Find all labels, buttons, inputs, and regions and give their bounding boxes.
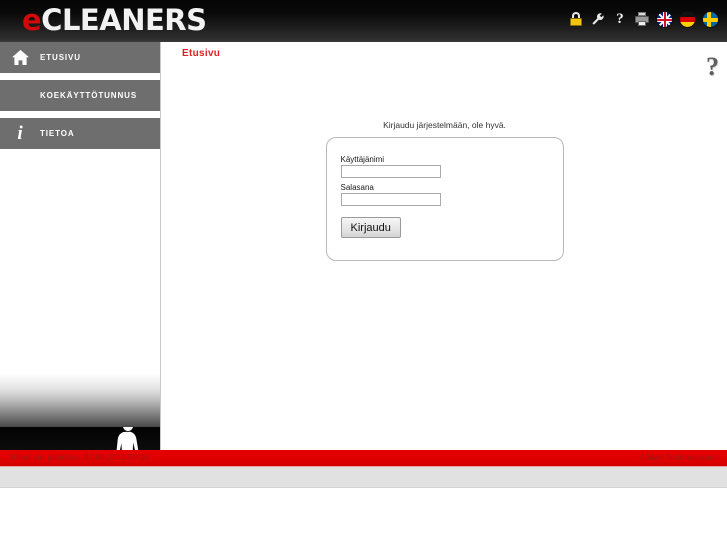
login-instruction: Kirjaudu järjestelmään, ole hyvä.	[383, 120, 506, 130]
sidebar-gradient	[0, 132, 160, 450]
brand-logo-e: e	[22, 3, 41, 37]
breadcrumb[interactable]: Etusivu	[182, 48, 220, 59]
se-cross-horizontal	[703, 18, 719, 22]
cleaner-silhouette-icon	[106, 427, 152, 450]
app-header: eCLEANERS ?	[0, 0, 727, 42]
username-label: Käyttäjänimi	[341, 155, 385, 164]
page-background-strip	[0, 467, 727, 488]
info-icon: i	[0, 124, 40, 143]
flag-de-icon[interactable]	[679, 11, 696, 28]
sidebar: ETUSIVU KOEKÄYTTÖTUNNUS i TIETOA eCLEANE…	[0, 42, 160, 450]
help-question-icon[interactable]: ?	[706, 54, 719, 80]
sidebar-footer-logo-panel: eCLEANERS	[0, 427, 160, 450]
header-icon-bar: ?	[568, 8, 719, 30]
flag-uk-icon[interactable]	[656, 11, 673, 28]
login-submit-button[interactable]: Kirjaudu	[341, 217, 401, 238]
login-form: Käyttäjänimi Salasana Kirjaudu	[326, 137, 564, 261]
sidebar-item-etusivu[interactable]: ETUSIVU	[0, 42, 160, 74]
app-root: eCLEANERS ?	[0, 0, 727, 545]
main-content: Etusivu ? Kirjaudu järjestelmään, ole hy…	[160, 42, 727, 450]
home-icon	[0, 49, 40, 66]
lock-body	[570, 18, 582, 26]
copyright-text: © Max Technologies	[639, 453, 719, 462]
sidebar-item-label-koekayttotunnus: KOEKÄYTTÖTUNNUS	[40, 91, 137, 100]
brand-logo[interactable]: eCLEANERS	[22, 3, 207, 37]
se-cross-vertical	[707, 12, 711, 28]
wrench-icon[interactable]	[590, 11, 606, 27]
sidebar-item-koekayttotunnus[interactable]: KOEKÄYTTÖTUNNUS	[0, 80, 160, 112]
sidebar-item-label-tietoa: TIETOA	[40, 129, 75, 138]
lock-icon[interactable]	[568, 11, 584, 27]
page-background-bottom	[0, 488, 727, 545]
sidebar-item-tietoa[interactable]: i TIETOA	[0, 118, 160, 150]
brand-logo-text: CLEANERS	[41, 3, 206, 37]
printer-paper-out	[638, 21, 646, 26]
password-input[interactable]	[341, 193, 441, 206]
info-icon-glyph: i	[17, 124, 22, 143]
login-section: Kirjaudu järjestelmään, ole hyvä. Käyttä…	[161, 120, 727, 261]
printer-icon[interactable]	[634, 11, 650, 27]
password-label: Salasana	[341, 183, 374, 192]
help-question-icon[interactable]: ?	[612, 11, 628, 27]
flag-se-icon[interactable]	[702, 11, 719, 28]
uk-cross-vertical	[664, 11, 666, 28]
footer-bar: Viimeisin päivitys: 07.06.2011 00:36 © M…	[0, 450, 727, 467]
username-input[interactable]	[341, 165, 441, 178]
sidebar-item-label-etusivu: ETUSIVU	[40, 53, 81, 62]
last-update-text: Viimeisin päivitys: 07.06.2011 00:36	[8, 453, 149, 462]
